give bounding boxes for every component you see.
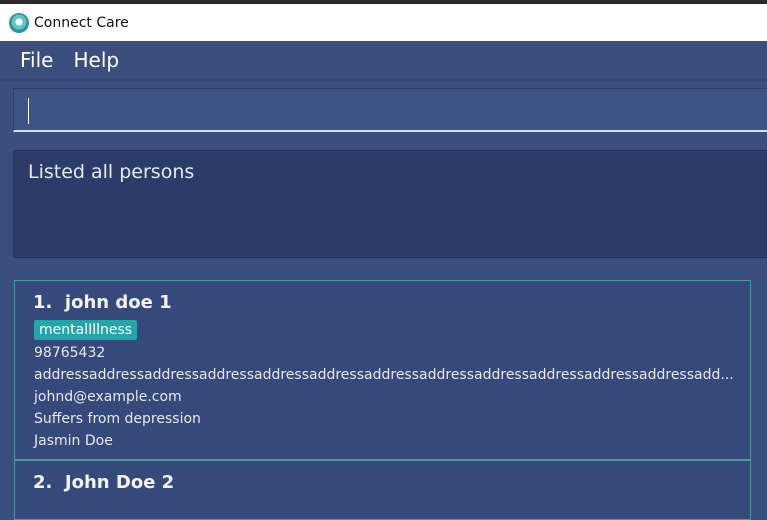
person-list[interactable]: 1. john doe 1 mentalIllness 98765432 add… xyxy=(0,266,767,520)
person-address: addressaddressaddressaddressaddressaddre… xyxy=(34,367,734,383)
person-tag: mentalIllness xyxy=(34,320,138,340)
menu-bar: File Help xyxy=(0,41,767,81)
menu-file[interactable]: File xyxy=(10,48,63,72)
menu-help[interactable]: Help xyxy=(63,48,129,72)
result-area: Listed all persons xyxy=(0,141,767,266)
command-input[interactable] xyxy=(13,88,767,132)
person-card[interactable]: 2. John Doe 2 xyxy=(14,460,751,520)
connect-care-logo-icon xyxy=(9,12,29,33)
title-bar: Connect Care xyxy=(0,4,767,41)
person-condition: Suffers from depression xyxy=(34,411,201,427)
person-email: johnd@example.com xyxy=(34,389,182,405)
person-name: 1. john doe 1 xyxy=(33,292,172,313)
person-card[interactable]: 1. john doe 1 mentalIllness 98765432 add… xyxy=(14,280,751,460)
command-area xyxy=(0,81,767,141)
person-phone: 98765432 xyxy=(34,345,106,361)
window-title: Connect Care xyxy=(34,14,129,31)
person-name-text: john doe 1 xyxy=(64,292,172,313)
person-index: 1. xyxy=(33,292,53,313)
result-message: Listed all persons xyxy=(28,161,195,183)
result-display: Listed all persons xyxy=(13,150,767,258)
person-emergency-contact: Jasmin Doe xyxy=(34,433,113,449)
text-caret xyxy=(28,98,29,124)
